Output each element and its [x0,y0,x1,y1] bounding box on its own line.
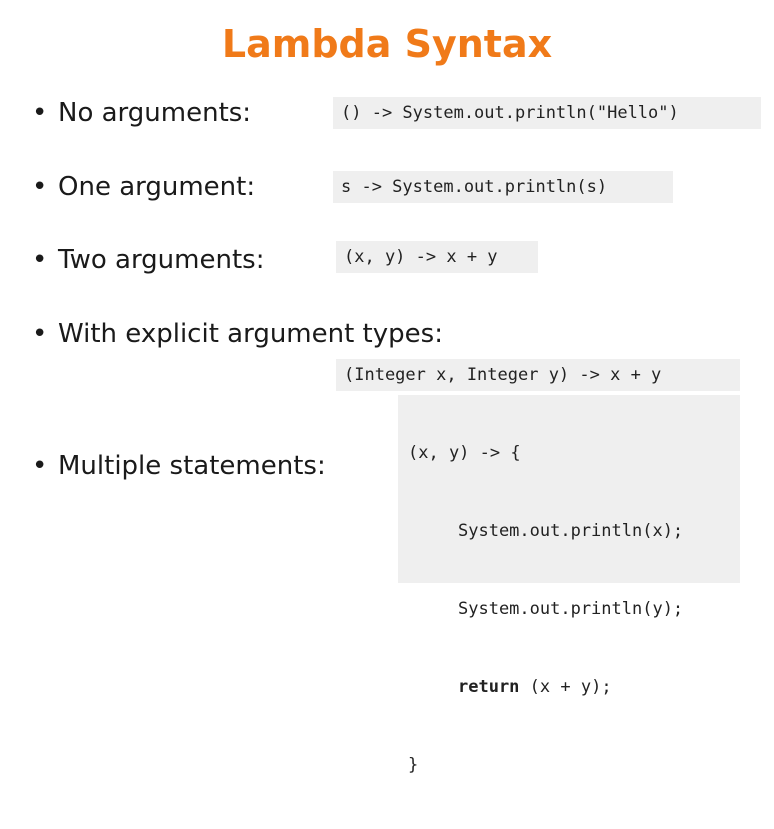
code-multiple-statements: (x, y) -> { System.out.println(x); Syste… [398,395,740,775]
code-line: (x, y) -> { [408,443,521,463]
bullet-marker: • [32,245,48,275]
code-one-argument: s -> System.out.println(s) [333,171,673,203]
return-keyword: return [458,677,520,697]
code-two-arguments: (x, y) -> x + y [336,241,538,273]
code-line: return (x + y); [408,673,730,711]
bullet-multiple-statements: • Multiple statements: [32,450,326,482]
bullet-explicit-types: • With explicit argument types: [32,318,443,350]
bullet-label: One argument: [58,172,256,202]
bullet-label: With explicit argument types: [58,319,443,349]
code-line: } [408,755,419,775]
bullet-label: Two arguments: [58,245,265,275]
bullet-label: No arguments: [58,98,252,128]
code-line: System.out.println(x); [458,521,684,541]
bullet-marker: • [32,98,48,128]
bullet-marker: • [32,319,48,349]
return-expression: (x + y); [529,677,612,697]
bullet-no-arguments: • No arguments: [32,97,251,129]
bullet-marker: • [32,172,48,202]
bullet-label: Multiple statements: [58,451,326,481]
slide-title: Lambda Syntax [221,22,553,66]
code-explicit-types: (Integer x, Integer y) -> x + y [336,359,740,391]
bullet-one-argument: • One argument: [32,171,255,203]
code-no-arguments: () -> System.out.println("Hello") [333,97,761,129]
bullet-two-arguments: • Two arguments: [32,244,264,276]
bullet-marker: • [32,451,48,481]
code-line: System.out.println(y); [458,599,684,619]
